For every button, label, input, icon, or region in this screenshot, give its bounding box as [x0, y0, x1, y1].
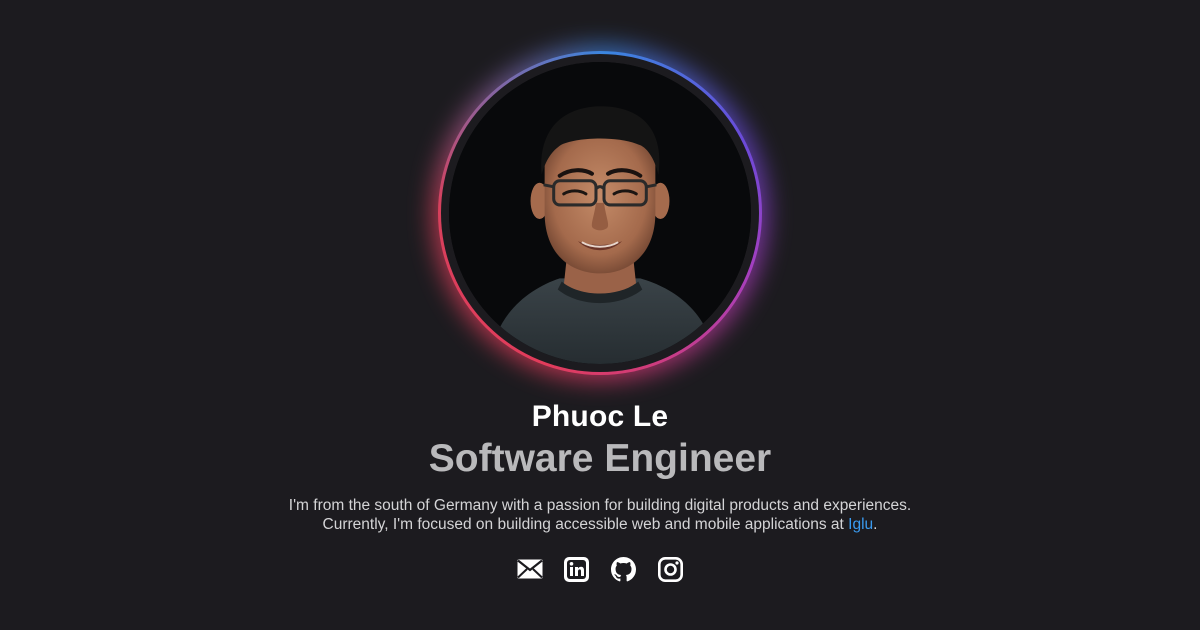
- instagram-link[interactable]: [658, 556, 684, 582]
- bio-line-2-suffix: .: [873, 516, 878, 533]
- instagram-icon: [658, 556, 683, 582]
- profile-bio: I'm from the south of Germany with a pas…: [0, 496, 1200, 534]
- portrait-illustration: [449, 62, 751, 364]
- profile-photo: [449, 62, 751, 364]
- company-link[interactable]: Iglu: [848, 516, 873, 533]
- mail-icon: [516, 559, 543, 579]
- avatar: [432, 45, 768, 381]
- email-link[interactable]: [516, 556, 543, 582]
- social-links: [0, 556, 1200, 582]
- bio-line-2: Currently, I'm focused on building acces…: [0, 515, 1200, 534]
- github-icon: [611, 556, 636, 581]
- profile-title: Software Engineer: [428, 437, 772, 480]
- profile-page: Phuoc Le Software Engineer I'm from the …: [0, 0, 1200, 630]
- linkedin-icon: [564, 556, 589, 582]
- bio-line-2-prefix: Currently, I'm focused on building acces…: [322, 516, 849, 533]
- profile-name: Phuoc Le: [531, 400, 669, 433]
- github-link[interactable]: [611, 556, 637, 582]
- linkedin-link[interactable]: [564, 556, 590, 582]
- bio-line-1: I'm from the south of Germany with a pas…: [288, 497, 912, 514]
